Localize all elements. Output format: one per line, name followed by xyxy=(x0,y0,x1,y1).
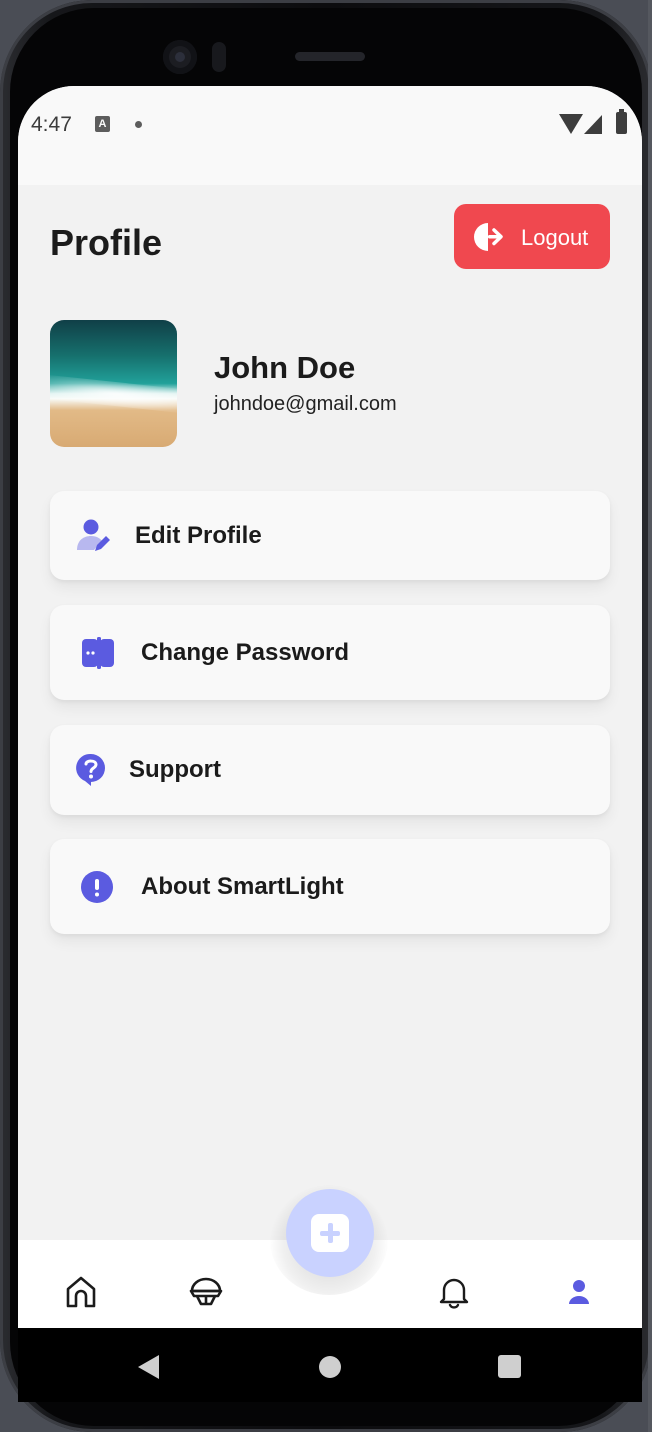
status-bar: 4:47 A xyxy=(18,86,642,185)
menu-item-support[interactable]: Support xyxy=(50,725,610,815)
app-screen: 4:47 A Profile Logout John Doe johndoe@g… xyxy=(18,86,642,1328)
bell-icon[interactable] xyxy=(436,1274,472,1310)
password-lock-icon xyxy=(82,636,114,669)
logout-label: Logout xyxy=(521,225,589,250)
menu-label-support: Support xyxy=(129,756,221,783)
status-time: 4:47 xyxy=(31,113,72,136)
avatar xyxy=(50,320,177,447)
add-button[interactable] xyxy=(286,1189,374,1277)
info-exclamation-icon xyxy=(81,870,113,903)
logout-icon xyxy=(474,223,503,251)
user-name: John Doe xyxy=(214,350,356,385)
back-icon[interactable] xyxy=(138,1355,159,1379)
menu-label-change-password: Change Password xyxy=(141,638,350,666)
home-icon[interactable] xyxy=(63,1274,99,1310)
wifi-icon xyxy=(559,114,583,134)
menu-item-about-smartlight[interactable]: About SmartLight xyxy=(50,839,610,934)
logout-button[interactable]: Logout xyxy=(454,204,610,269)
menu-label-edit-profile: Edit Profile xyxy=(135,521,262,549)
proximity-sensor xyxy=(212,42,226,72)
battery-icon xyxy=(616,109,627,134)
user-edit-icon xyxy=(77,519,110,551)
earpiece-speaker xyxy=(295,52,365,61)
home-circle-icon[interactable] xyxy=(319,1356,341,1378)
signal-icon xyxy=(584,115,602,134)
window-edge xyxy=(648,0,652,1432)
lamp-icon[interactable] xyxy=(188,1274,224,1310)
page-title: Profile xyxy=(50,222,163,263)
question-bubble-icon xyxy=(76,753,105,786)
recents-icon[interactable] xyxy=(498,1355,521,1378)
user-email: johndoe@gmail.com xyxy=(214,393,397,415)
system-navigation-bar xyxy=(18,1328,642,1402)
a-letter-icon: A xyxy=(95,116,110,132)
add-icon xyxy=(311,1214,349,1252)
menu-label-about-smartlight: About SmartLight xyxy=(141,872,344,900)
notification-dot-icon xyxy=(135,121,142,128)
front-camera xyxy=(163,40,197,74)
profile-icon[interactable] xyxy=(561,1274,597,1310)
menu-item-edit-profile[interactable]: Edit Profile xyxy=(50,491,610,580)
menu-item-change-password[interactable]: Change Password xyxy=(50,605,610,700)
